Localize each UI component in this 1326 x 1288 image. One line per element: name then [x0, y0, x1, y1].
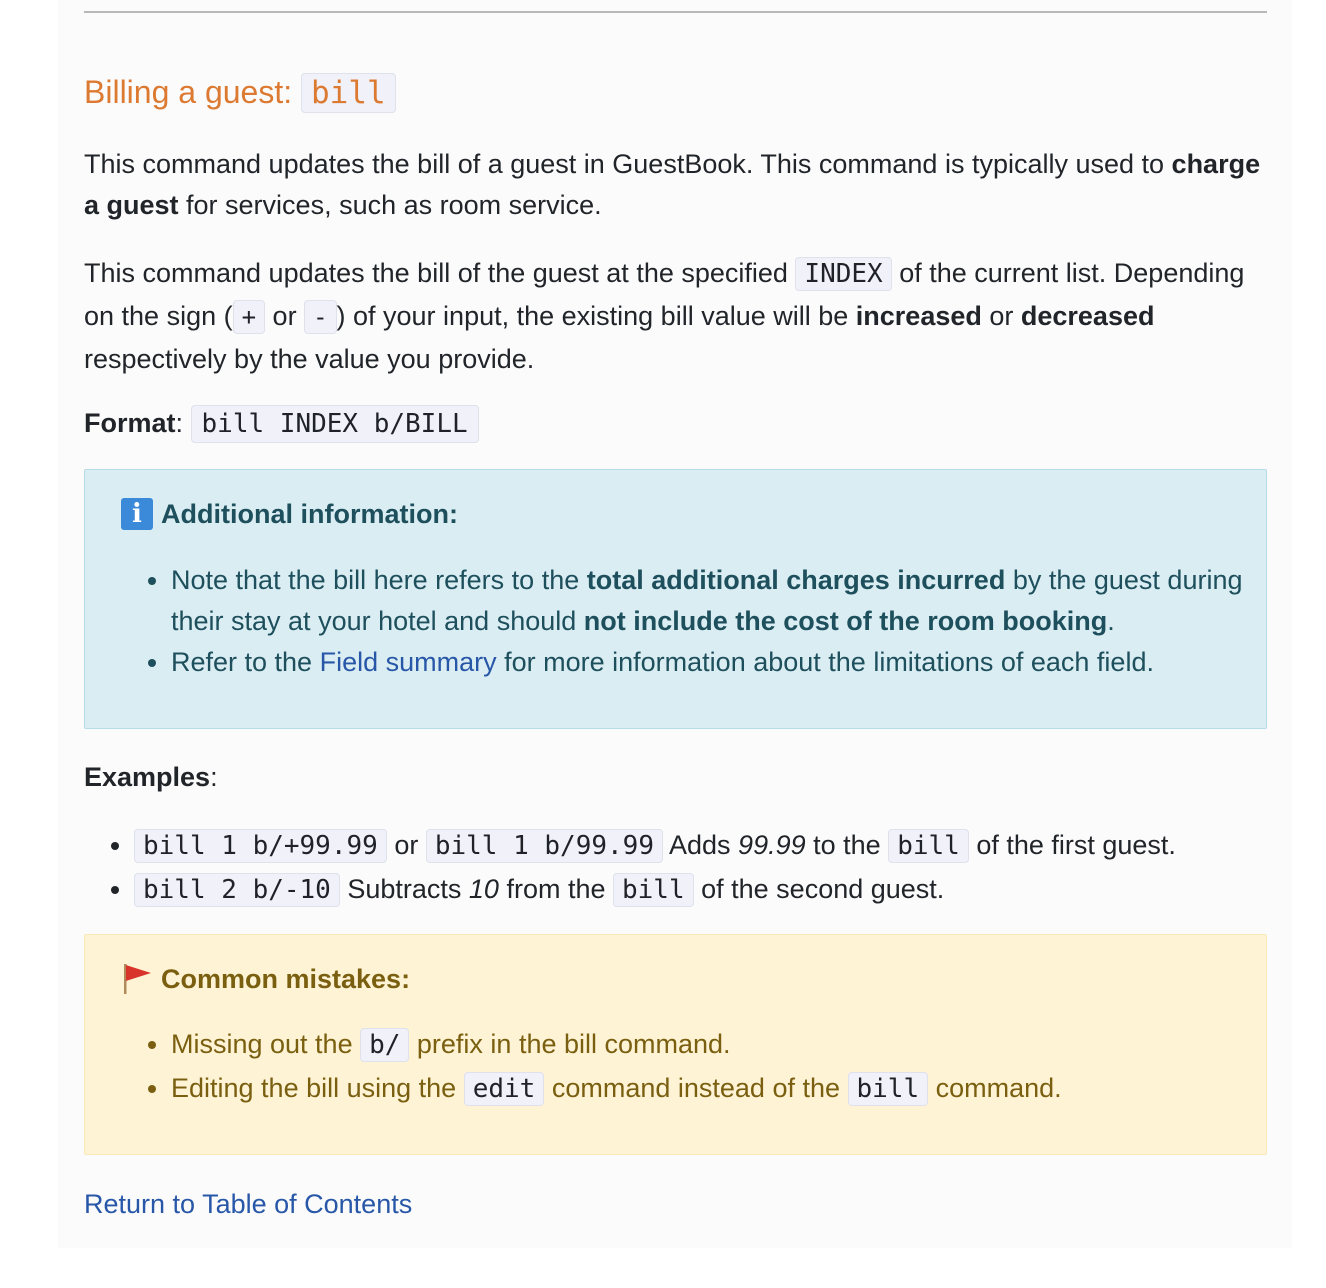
additional-info-box: i Additional information: Note that the … — [84, 469, 1267, 729]
details-text-6: respectively by the value you provide. — [84, 344, 535, 374]
info-icon: i — [121, 498, 153, 530]
details-text-5: or — [981, 301, 1021, 331]
decreased-bold: decreased — [1020, 301, 1155, 331]
details-text-4: ) of your input, the existing bill value… — [336, 301, 856, 331]
details-paragraph: This command updates the bill of the gue… — [84, 252, 1267, 380]
info-box-title: i Additional information: — [121, 496, 458, 532]
mistake2-text-1: Editing the bill using the — [171, 1073, 464, 1103]
example2-text-2: from the — [498, 874, 613, 904]
warn-box-title-text: Common mistakes: — [161, 964, 411, 994]
details-text-3: or — [265, 301, 305, 331]
section-heading-text: Billing a guest: — [84, 74, 302, 110]
minus-code: - — [304, 300, 337, 334]
format-colon: : — [175, 408, 191, 438]
mistake2-text-3: command. — [928, 1073, 1062, 1103]
info-item2-text-1: Refer to the — [171, 647, 320, 677]
info-list: Note that the bill here refers to the to… — [171, 560, 1251, 683]
details-text-1: This command updates the bill of the gue… — [84, 258, 796, 288]
info-box-title-text: Additional information: — [161, 499, 458, 529]
section-heading: Billing a guest: bill — [84, 70, 396, 115]
intro-text-1: This command updates the bill of a guest… — [84, 149, 1172, 179]
info-item1-text-1: Note that the bill here refers to the — [171, 565, 587, 595]
format-line: Format: bill INDEX b/BILL — [84, 403, 1267, 445]
common-mistakes-box: Common mistakes: Missing out the b/ pref… — [84, 934, 1267, 1155]
example1-text-4: of the first guest. — [968, 830, 1176, 860]
info-item2-text-2: for more information about the limitatio… — [496, 647, 1154, 677]
format-label: Format — [84, 408, 176, 438]
example2-code-1: bill 2 b/-10 — [134, 873, 340, 907]
example1-text-2: Adds — [662, 830, 739, 860]
mistake2-text-2: command instead of the — [544, 1073, 848, 1103]
mistake-item: Editing the bill using the edit command … — [171, 1067, 1251, 1111]
examples-label: Examples — [84, 762, 211, 792]
example2-italic: 10 — [468, 874, 499, 904]
info-item1-bold-1: total additional charges incurred — [586, 565, 1006, 595]
examples-heading: Examples: — [84, 757, 1267, 798]
example2-text-3: of the second guest. — [693, 874, 945, 904]
example1-code-1: bill 1 b/+99.99 — [134, 829, 387, 863]
mistake1-code: b/ — [360, 1028, 410, 1062]
section-heading-code: bill — [301, 73, 396, 113]
example1-italic: 99.99 — [738, 830, 806, 860]
increased-bold: increased — [855, 301, 982, 331]
format-code: bill INDEX b/BILL — [190, 405, 479, 443]
info-item1-bold-2: not include the cost of the room booking — [583, 606, 1108, 636]
example-item: bill 1 b/+99.99 or bill 1 b/99.99 Adds 9… — [134, 824, 1176, 868]
mistake2-code-2: bill — [847, 1072, 929, 1106]
return-to-toc-link[interactable]: Return to Table of Contents — [84, 1184, 412, 1224]
example1-text-3: to the — [805, 830, 889, 860]
mistake1-text-1: Missing out the — [171, 1029, 361, 1059]
example1-code-3: bill — [888, 829, 969, 863]
mistake-item: Missing out the b/ prefix in the bill co… — [171, 1023, 1251, 1067]
warn-box-title: Common mistakes: — [121, 961, 410, 997]
intro-text-2: for services, such as room service. — [178, 190, 602, 220]
plus-code: + — [232, 300, 266, 334]
red-flag-icon — [121, 962, 153, 996]
mistake1-text-2: prefix in the bill command. — [409, 1029, 731, 1059]
info-list-item: Refer to the Field summary for more info… — [171, 642, 1251, 683]
mistake2-code-1: edit — [463, 1072, 545, 1106]
document-page: Billing a guest: bill This command updat… — [58, 0, 1292, 1248]
info-item1-text-3: . — [1107, 606, 1115, 636]
examples-list: bill 1 b/+99.99 or bill 1 b/99.99 Adds 9… — [106, 824, 1176, 912]
example2-text-1: Subtracts — [339, 874, 469, 904]
field-summary-link[interactable]: Field summary — [320, 647, 497, 677]
examples-colon: : — [210, 762, 218, 792]
info-list-item: Note that the bill here refers to the to… — [171, 560, 1251, 642]
example-item: bill 2 b/-10 Subtracts 10 from the bill … — [134, 868, 1176, 912]
example1-text-1: or — [386, 830, 426, 860]
section-divider — [84, 11, 1267, 13]
example1-code-2: bill 1 b/99.99 — [425, 829, 663, 863]
mistakes-list: Missing out the b/ prefix in the bill co… — [171, 1023, 1251, 1111]
example2-code-2: bill — [613, 873, 694, 907]
intro-paragraph: This command updates the bill of a guest… — [84, 144, 1267, 226]
index-code: INDEX — [795, 257, 892, 291]
